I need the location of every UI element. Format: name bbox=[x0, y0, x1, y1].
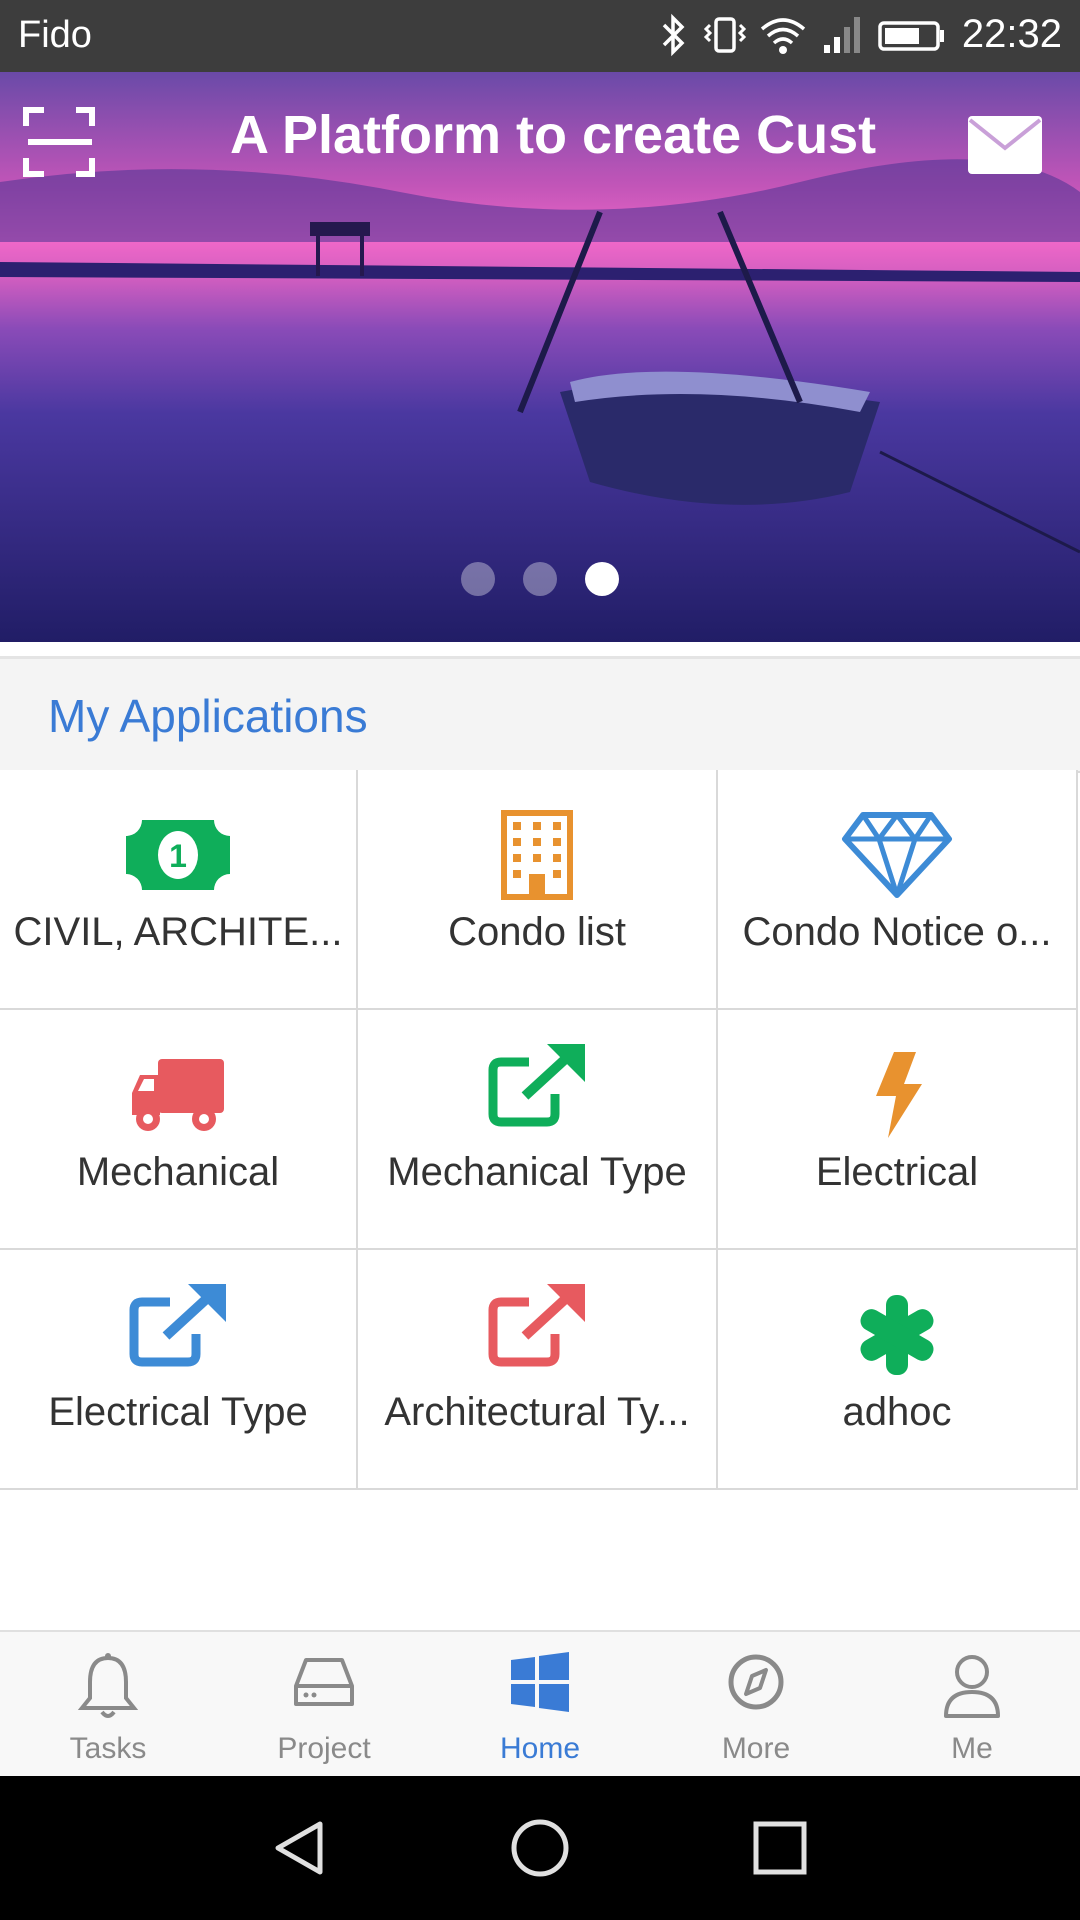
app-tile-condo-list[interactable]: Condo list bbox=[358, 770, 718, 1010]
nav-more[interactable]: More bbox=[648, 1632, 864, 1778]
app-label: Electrical bbox=[815, 1150, 979, 1194]
carousel-indicator bbox=[0, 562, 1080, 596]
signal-icon bbox=[823, 16, 860, 53]
nav-label: Home bbox=[499, 1732, 581, 1765]
bottom-navigation: Tasks Project Home More Me bbox=[0, 1630, 1080, 1778]
nav-label: Tasks bbox=[69, 1732, 147, 1765]
app-tile-mechanical-type[interactable]: Mechanical Type bbox=[358, 1010, 718, 1250]
status-bar: Fido 22:32 bbox=[0, 0, 1080, 72]
windows-icon bbox=[511, 1652, 569, 1712]
system-navigation-bar bbox=[0, 1776, 1080, 1920]
mail-icon[interactable] bbox=[968, 116, 1042, 174]
nav-me[interactable]: Me bbox=[864, 1632, 1080, 1778]
app-label: adhoc bbox=[842, 1390, 952, 1434]
money-icon: 1 bbox=[126, 820, 230, 890]
app-label: CIVIL, ARCHITE... bbox=[13, 910, 343, 954]
app-label: Mechanical Type bbox=[387, 1150, 687, 1194]
back-icon[interactable] bbox=[270, 1818, 330, 1878]
nav-label: Project bbox=[277, 1732, 371, 1765]
app-tile-electrical-type[interactable]: Electrical Type bbox=[0, 1250, 358, 1490]
app-label: Condo Notice o... bbox=[742, 910, 1052, 954]
home-circle-icon[interactable] bbox=[510, 1818, 570, 1878]
app-tile-architectural-type[interactable]: Architectural Ty... bbox=[358, 1250, 718, 1490]
app-tile-civil[interactable]: 1 CIVIL, ARCHITE... bbox=[0, 770, 358, 1010]
user-icon bbox=[944, 1655, 1000, 1718]
carrier-name: Fido bbox=[18, 14, 92, 56]
svg-text:1: 1 bbox=[169, 838, 187, 874]
scan-icon[interactable] bbox=[22, 104, 98, 180]
recents-icon[interactable] bbox=[750, 1818, 810, 1878]
truck-icon bbox=[132, 1059, 224, 1131]
app-label: Mechanical bbox=[76, 1150, 280, 1194]
banner-carousel[interactable]: A Platform to create Cust bbox=[0, 72, 1080, 642]
app-tile-mechanical[interactable]: Mechanical bbox=[0, 1010, 358, 1250]
battery-icon bbox=[878, 20, 944, 51]
nav-label: Me bbox=[951, 1732, 993, 1765]
bell-icon bbox=[77, 1653, 139, 1718]
building-icon bbox=[501, 810, 573, 900]
nav-label: More bbox=[721, 1732, 791, 1765]
lightning-icon bbox=[876, 1052, 922, 1138]
diamond-icon bbox=[842, 812, 952, 898]
app-label: Architectural Ty... bbox=[384, 1390, 690, 1434]
app-label: Electrical Type bbox=[48, 1390, 308, 1434]
status-icons: 22:32 bbox=[656, 12, 1062, 57]
drive-icon bbox=[294, 1658, 354, 1706]
clock: 22:32 bbox=[961, 12, 1062, 56]
app-tile-condo-notice[interactable]: Condo Notice o... bbox=[718, 770, 1078, 1010]
carousel-dot-2[interactable] bbox=[523, 562, 557, 596]
external-link-icon bbox=[129, 1284, 226, 1367]
nav-project[interactable]: Project bbox=[216, 1632, 432, 1778]
bluetooth-icon bbox=[662, 13, 685, 56]
applications-grid: 1 CIVIL, ARCHITE... Condo list Condo Not… bbox=[0, 770, 1080, 1490]
app-label: Condo list bbox=[448, 910, 626, 954]
carousel-dot-1[interactable] bbox=[461, 562, 495, 596]
wifi-icon bbox=[760, 17, 806, 54]
my-applications-header: My Applications bbox=[0, 656, 1080, 773]
section-title: My Applications bbox=[48, 690, 368, 742]
compass-icon bbox=[728, 1654, 784, 1710]
nav-home[interactable]: Home bbox=[432, 1632, 648, 1778]
external-link-icon bbox=[488, 1284, 585, 1367]
asterisk-icon bbox=[860, 1295, 934, 1375]
vibrate-icon bbox=[703, 16, 747, 53]
external-link-icon bbox=[488, 1044, 585, 1127]
carousel-dot-3[interactable] bbox=[585, 562, 619, 596]
app-tile-electrical[interactable]: Electrical bbox=[718, 1010, 1078, 1250]
banner-title: A Platform to create Cust bbox=[230, 105, 877, 165]
app-tile-adhoc[interactable]: adhoc bbox=[718, 1250, 1078, 1490]
nav-tasks[interactable]: Tasks bbox=[0, 1632, 216, 1778]
